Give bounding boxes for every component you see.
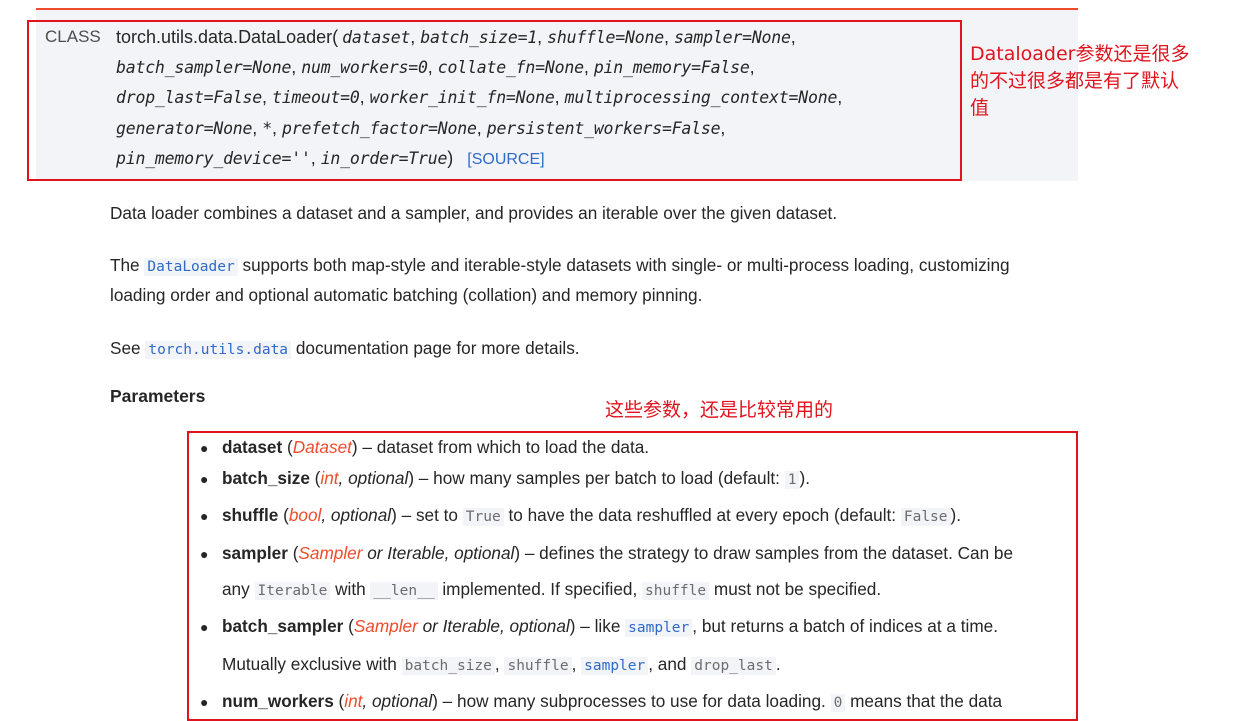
text-run: ). <box>799 468 810 488</box>
text-run: ) – defines the strategy to draw samples… <box>514 543 1014 563</box>
text-run: with <box>330 579 371 599</box>
param-name: dataset <box>222 437 283 457</box>
text-run: ( <box>309 468 321 488</box>
text-run: , optional <box>321 505 392 525</box>
inline-code: drop_last <box>691 657 776 675</box>
text-run: ( <box>333 691 345 711</box>
inline-code: 0 <box>830 694 846 712</box>
param-sampler-continuation: any Iterable with __len__ implemented. I… <box>222 574 881 606</box>
param-name: shuffle <box>222 505 279 525</box>
inline-code: True <box>462 508 504 526</box>
text-run: implemented. If specified, <box>437 579 643 599</box>
text-run: , and <box>648 654 692 674</box>
text-run: ( <box>287 543 299 563</box>
text-run: ( <box>343 616 354 636</box>
code-link[interactable]: sampler <box>581 657 649 675</box>
inline-code: shuffle <box>642 582 710 600</box>
param-type-link[interactable]: int <box>344 691 362 711</box>
param-name: sampler <box>222 543 288 563</box>
text-run: The <box>110 255 145 275</box>
signature-annotation-note: Dataloader参数还是很多 的不过很多都是有了默认 值 <box>970 43 1190 119</box>
param-type-link[interactable]: Sampler <box>298 543 362 563</box>
code-link[interactable]: torch.utils.data <box>145 341 292 359</box>
parameters-annotation-note: 这些参数，还是比较常用的 <box>605 399 834 421</box>
text-run: ) – dataset from which to load the data. <box>351 437 650 457</box>
code-link[interactable]: sampler <box>625 619 693 637</box>
text-run: ). <box>950 505 962 525</box>
inline-code: False <box>900 508 951 526</box>
param-dataset: ● dataset (Dataset) – dataset from which … <box>200 437 650 457</box>
inline-code: batch_size <box>401 657 495 675</box>
text-run: loading order and optional automatic bat… <box>110 285 703 305</box>
dataloader-paragraph-line-1: The DataLoader supports both map-style a… <box>110 250 1090 282</box>
text-run: ( <box>278 505 289 525</box>
param-name: batch_sampler <box>222 616 344 636</box>
inline-code: shuffle <box>504 657 572 675</box>
text-run: , optional <box>362 691 433 711</box>
inline-code: __len__ <box>370 582 438 600</box>
text-run: Data loader combines a dataset and a sam… <box>110 203 838 223</box>
inline-code: 1 <box>784 471 800 489</box>
param-batch-size: ● batch_size (int, optional) – how many s… <box>200 468 810 489</box>
text-run: See <box>110 338 146 358</box>
text-run: ( <box>282 437 293 457</box>
text-run: ) – how many samples per batch to load (… <box>408 468 785 488</box>
dataloader-paragraph-line-2: loading order and optional automatic bat… <box>110 280 1090 310</box>
text-run: , but returns a batch of indices at a ti… <box>692 616 998 636</box>
text-run: ) – how many subprocesses to use for dat… <box>432 691 831 711</box>
description-paragraph: Data loader combines a dataset and a sam… <box>110 198 1090 228</box>
text-run: must not be specified. <box>709 579 882 599</box>
text-run: means that the data <box>845 691 1003 711</box>
param-type-link[interactable]: int <box>320 468 338 488</box>
param-type-link[interactable]: Sampler <box>354 616 418 636</box>
text-run: ) – like <box>569 616 626 636</box>
text-run: or Iterable, optional <box>362 543 515 563</box>
see-also-paragraph: See torch.utils.data documentation page … <box>110 333 1090 365</box>
parameters-heading: Parameters <box>110 386 206 406</box>
param-num-workers: ● num_workers (int, optional) – how many … <box>200 691 1003 712</box>
text-run: , <box>571 654 582 674</box>
param-name: num_workers <box>222 691 334 711</box>
text-run: . <box>775 654 781 674</box>
text-run: supports both map-style and iterable-sty… <box>237 255 1010 275</box>
param-name: batch_size <box>222 468 310 488</box>
param-shuffle: ● shuffle (bool, optional) – set to True … <box>200 505 962 526</box>
param-type-link[interactable]: Dataset <box>293 437 352 457</box>
text-run: or Iterable, optional <box>417 616 570 636</box>
param-sampler: ● sampler (Sampler or Iterable, optional)… <box>200 543 1014 563</box>
code-link[interactable]: DataLoader <box>144 258 238 276</box>
text-run: documentation page for more details. <box>291 338 580 358</box>
param-batch-sampler-continuation: Mutually exclusive with batch_size, shuf… <box>222 649 781 681</box>
text-run: ) – set to <box>391 505 463 525</box>
text-run: Mutually exclusive with <box>222 654 402 674</box>
text-run: to have the data reshuffled at every epo… <box>503 505 901 525</box>
param-batch-sampler: ● batch_sampler (Sampler or Iterable, opt… <box>200 616 998 637</box>
text-run: any <box>222 579 255 599</box>
inline-code: Iterable <box>254 582 331 600</box>
param-type-link[interactable]: bool <box>289 505 322 525</box>
signature-annotation-box <box>27 20 962 181</box>
text-run: , optional <box>338 468 409 488</box>
